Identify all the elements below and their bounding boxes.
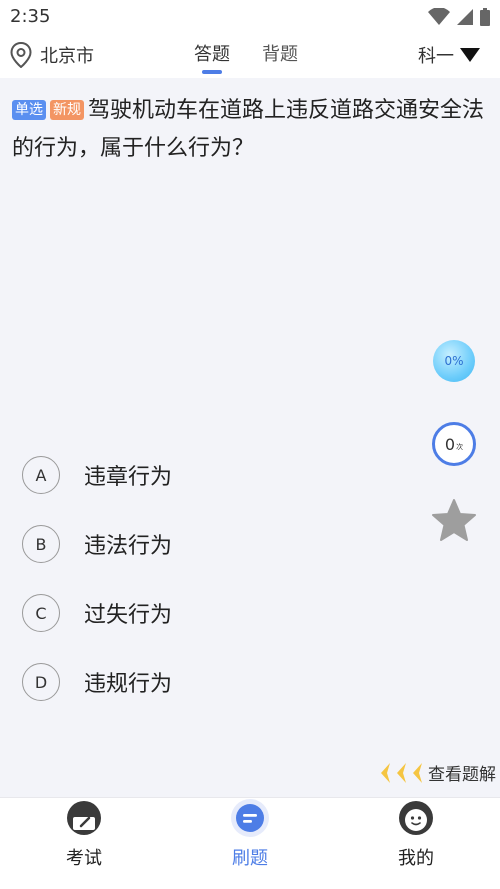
profile-icon <box>399 801 433 835</box>
tab-memorize[interactable]: 背题 <box>262 40 298 74</box>
view-explanation-label: 查看题解 <box>428 765 496 785</box>
nav-exam[interactable]: 考试 <box>34 798 134 870</box>
option-letter: A <box>22 456 60 494</box>
answer-count-value: 0 <box>444 434 456 454</box>
tab-answer[interactable]: 答题 <box>194 40 230 74</box>
nav-exam-label: 考试 <box>66 848 102 869</box>
header-bar: 北京市 答题 背题 科一 <box>0 34 500 78</box>
option-a[interactable]: A 违章行为 <box>22 454 172 496</box>
status-icons <box>428 8 490 26</box>
triple-chevron-left-icon <box>381 762 422 783</box>
nav-profile-label: 我的 <box>398 848 434 869</box>
status-time: 2:35 <box>10 6 51 27</box>
exam-icon <box>67 801 101 835</box>
answer-count-unit: 次 <box>456 443 464 451</box>
nav-profile[interactable]: 我的 <box>366 798 466 870</box>
mode-tabs: 答题 背题 <box>194 40 298 74</box>
location-label: 北京市 <box>40 46 94 67</box>
signal-icon <box>457 9 473 25</box>
option-c[interactable]: C 过失行为 <box>22 592 172 634</box>
wifi-icon <box>428 8 450 25</box>
subject-selector[interactable]: 科一 <box>418 42 480 68</box>
side-panel: 0% 0次 <box>432 340 476 542</box>
status-bar: 2:35 <box>0 0 500 34</box>
bottom-nav: 考试 刷题 我的 <box>0 797 500 889</box>
new-rule-badge: 新规 <box>50 100 84 120</box>
option-text: 违规行为 <box>84 672 173 697</box>
option-text: 违法行为 <box>84 534 173 559</box>
option-letter: C <box>22 594 60 632</box>
location-selector[interactable]: 北京市 <box>10 42 94 68</box>
location-pin-icon <box>10 42 32 68</box>
nav-practice[interactable]: 刷题 <box>200 798 300 870</box>
view-explanation-button[interactable]: 查看题解 <box>378 760 496 785</box>
question-text-block: 单选 新规 驾驶机动车在道路上违反道路交通安全法的行为，属于什么行为？ <box>12 92 492 168</box>
answer-options: A 违章行为 B 违法行为 C 过失行为 D 违规行为 <box>22 454 172 730</box>
option-text: 过失行为 <box>84 603 173 628</box>
accuracy-value: 0% <box>444 354 464 368</box>
accuracy-badge[interactable]: 0% <box>433 340 475 382</box>
answer-count-badge[interactable]: 0次 <box>432 422 476 466</box>
nav-practice-label: 刷题 <box>232 848 268 869</box>
subject-label: 科一 <box>418 46 454 67</box>
question-type-badge: 单选 <box>12 100 46 120</box>
option-letter: D <box>22 663 60 701</box>
option-text: 违章行为 <box>84 465 173 490</box>
practice-icon <box>231 799 269 837</box>
triangle-down-icon <box>460 48 480 62</box>
option-d[interactable]: D 违规行为 <box>22 661 172 703</box>
battery-icon <box>480 8 490 26</box>
option-b[interactable]: B 违法行为 <box>22 523 172 565</box>
option-letter: B <box>22 525 60 563</box>
star-icon[interactable] <box>431 498 477 542</box>
